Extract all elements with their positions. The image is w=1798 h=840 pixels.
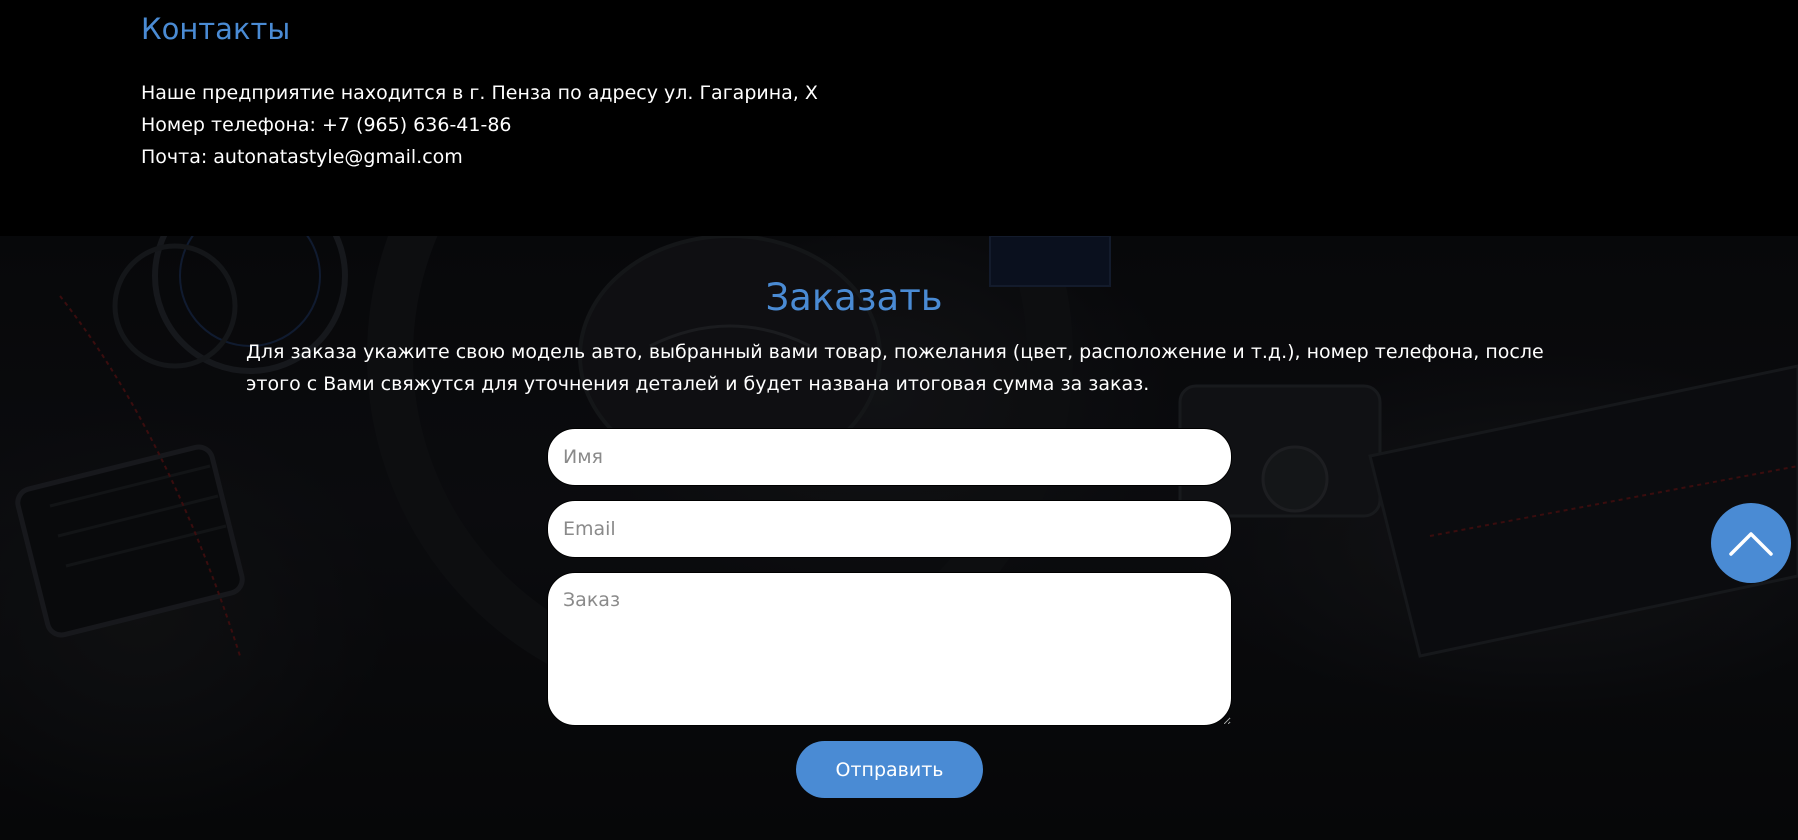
email-input[interactable] [547, 500, 1232, 558]
scroll-top-button[interactable] [1711, 503, 1791, 583]
contacts-phone: Номер телефона: +7 (965) 636-41-86 [141, 114, 512, 136]
order-description: Для заказа укажите свою модель авто, выб… [246, 341, 1544, 395]
order-section: Заказать Для заказа укажите свою модель … [0, 236, 1798, 840]
contacts-email: Почта: autonatastyle@gmail.com [141, 146, 463, 168]
submit-button[interactable]: Отправить [796, 741, 983, 798]
contacts-title: Контакты [141, 12, 291, 46]
name-input[interactable] [547, 428, 1232, 486]
contacts-section: Контакты Наше предприятие находится в г.… [0, 0, 1798, 236]
order-title: Заказать [765, 276, 943, 319]
order-textarea[interactable] [547, 572, 1232, 726]
chevron-up-icon [1729, 532, 1773, 556]
page: Контакты Наше предприятие находится в г.… [0, 0, 1798, 840]
contacts-address: Наше предприятие находится в г. Пенза по… [141, 82, 818, 104]
